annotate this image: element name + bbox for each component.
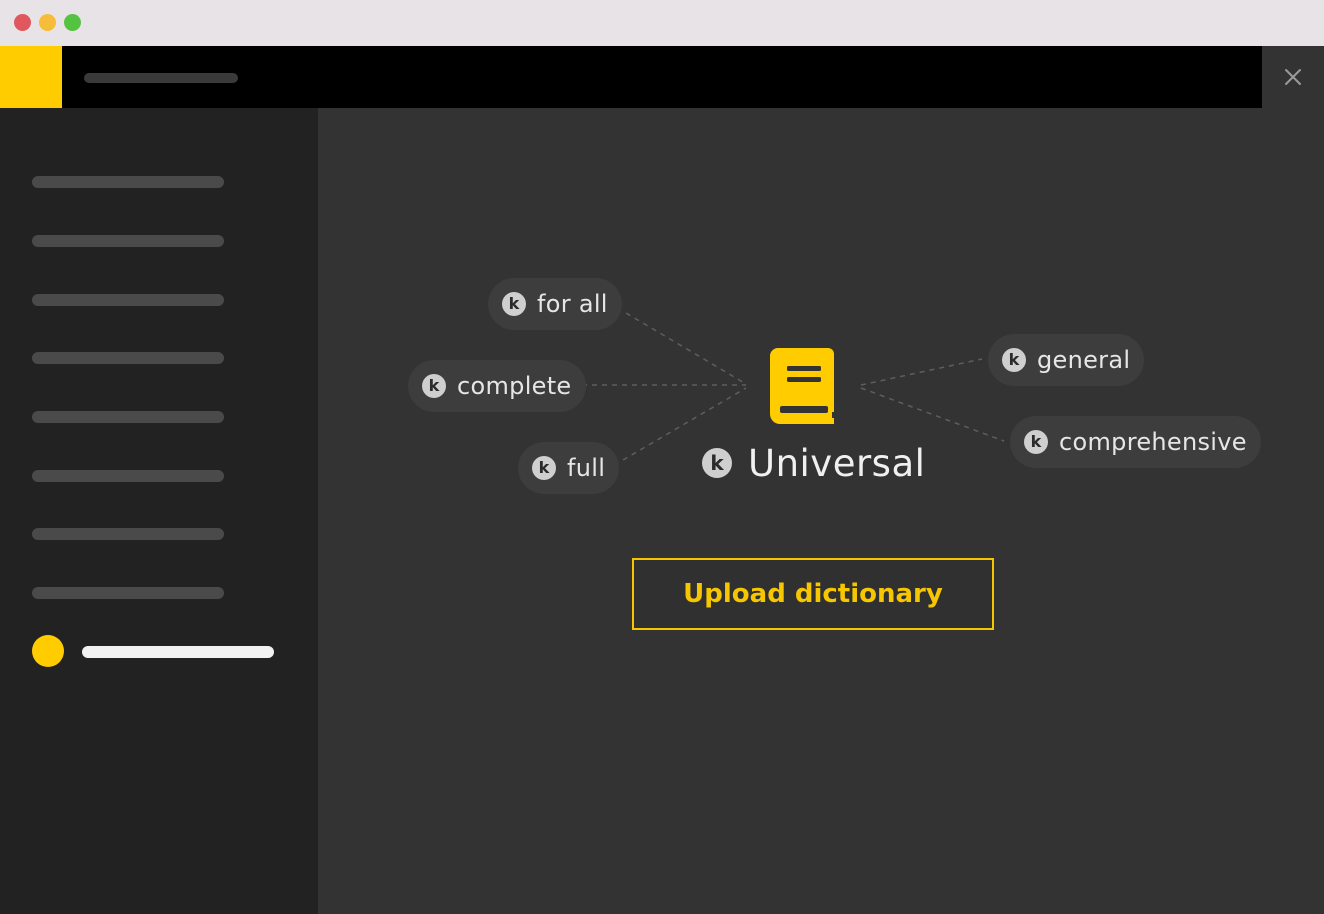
sidebar-item-1[interactable] xyxy=(32,176,224,188)
k-badge-icon: k xyxy=(702,448,732,478)
tag-label: for all xyxy=(537,290,608,318)
app-window: k for all k complete k full k general k … xyxy=(0,0,1324,914)
main-content: k for all k complete k full k general k … xyxy=(318,108,1324,914)
connector-for-all xyxy=(625,312,747,385)
book-icon xyxy=(770,348,834,424)
sidebar-item-3[interactable] xyxy=(32,294,224,306)
close-button[interactable] xyxy=(1262,46,1324,108)
tag-label: full xyxy=(567,454,606,482)
maximize-window-button[interactable] xyxy=(64,14,81,31)
close-window-button[interactable] xyxy=(14,14,31,31)
tag-comprehensive[interactable]: k comprehensive xyxy=(1010,416,1261,468)
k-badge-icon: k xyxy=(1002,348,1026,372)
tag-full[interactable]: k full xyxy=(518,442,620,494)
dictionary-name: Universal xyxy=(748,441,926,485)
connector-general xyxy=(860,358,983,386)
tag-for-all[interactable]: k for all xyxy=(488,278,622,330)
k-badge-icon: k xyxy=(502,292,526,316)
minimize-window-button[interactable] xyxy=(39,14,56,31)
sidebar-item-5[interactable] xyxy=(32,411,224,423)
close-icon xyxy=(1285,69,1301,85)
dictionary-node[interactable]: k Universal xyxy=(702,438,925,488)
header-title-placeholder xyxy=(84,73,238,83)
tag-label: comprehensive xyxy=(1059,428,1247,456)
k-badge-icon: k xyxy=(532,456,556,480)
sidebar-item-active[interactable] xyxy=(82,646,274,658)
k-badge-icon: k xyxy=(422,374,446,398)
sidebar-item-8[interactable] xyxy=(32,587,224,599)
tag-complete[interactable]: k complete xyxy=(408,360,586,412)
upload-dictionary-button[interactable]: Upload dictionary xyxy=(632,558,994,630)
sidebar xyxy=(0,108,318,914)
sidebar-item-4[interactable] xyxy=(32,352,224,364)
tag-general[interactable]: k general xyxy=(988,334,1145,386)
app-logo xyxy=(0,46,62,108)
tag-connector-lines xyxy=(582,312,1005,461)
sidebar-item-2[interactable] xyxy=(32,235,224,247)
tag-label: general xyxy=(1037,346,1131,374)
app-header xyxy=(0,46,1262,108)
sidebar-item-7[interactable] xyxy=(32,528,224,540)
sidebar-item-6[interactable] xyxy=(32,470,224,482)
tag-label: complete xyxy=(457,372,572,400)
k-badge-icon: k xyxy=(1024,430,1048,454)
connector-comprehensive xyxy=(860,387,1005,442)
window-titlebar xyxy=(0,0,1324,46)
active-dot-icon xyxy=(32,635,64,667)
